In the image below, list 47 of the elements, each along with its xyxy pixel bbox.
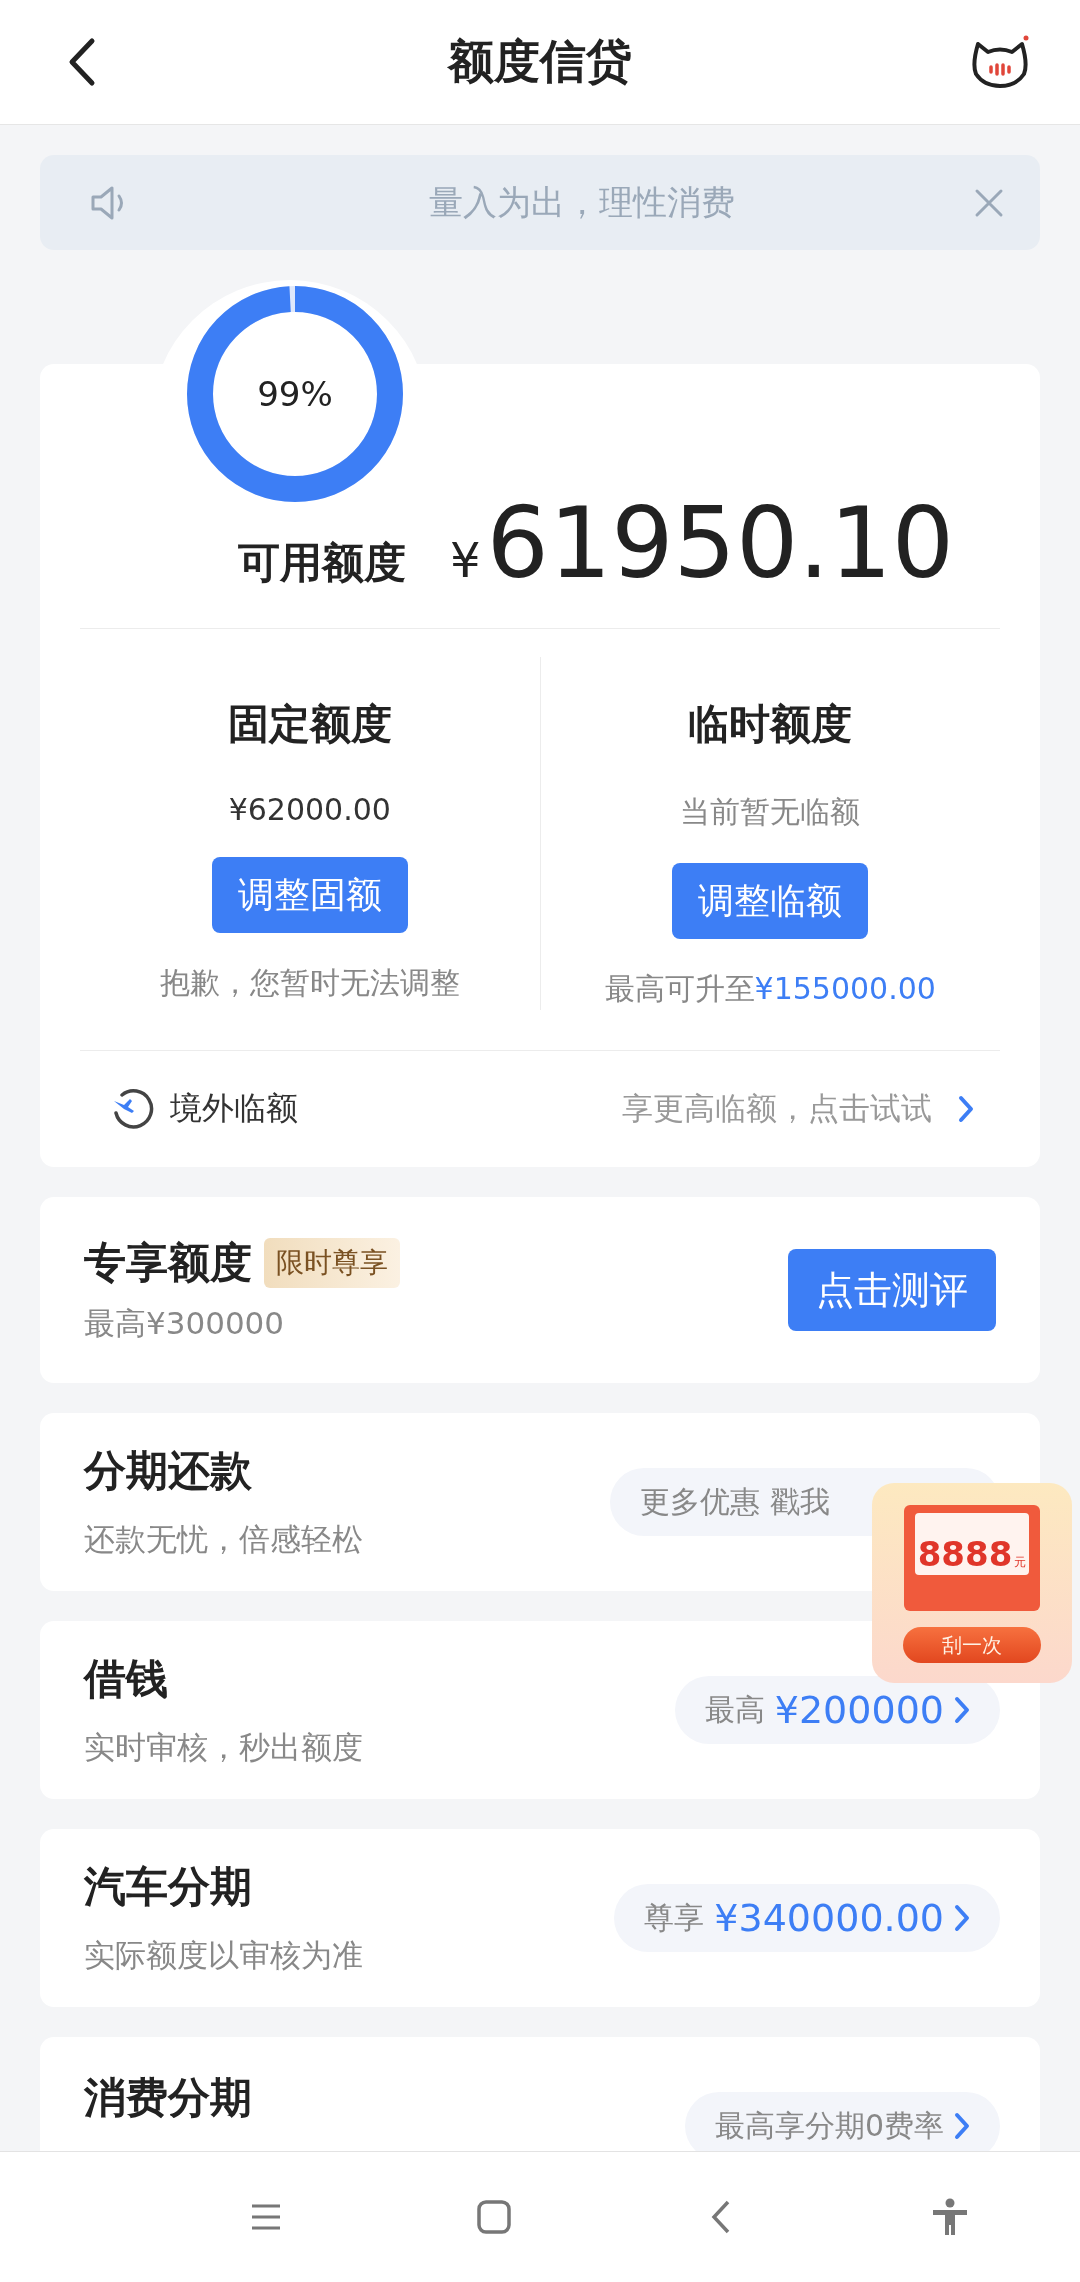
adjust-button[interactable]: 调整临额 xyxy=(672,863,869,939)
exclusive-title: 专享额度 xyxy=(84,1237,252,1289)
product-title: 消费分期 xyxy=(84,2072,252,2124)
ring-percent: 99% xyxy=(257,374,333,414)
scratch-button[interactable]: 刮一次 xyxy=(903,1627,1041,1663)
product-title: 分期还款 xyxy=(84,1445,253,1497)
limit-title: 临时额度 xyxy=(688,699,853,750)
cat-icon[interactable] xyxy=(970,34,1030,90)
product-subtitle: 还款无忧，倍感轻松 xyxy=(84,1520,363,1559)
pill-amount: ¥200000 xyxy=(774,1688,944,1732)
overseas-hint[interactable]: 享更高临额，点击试试 xyxy=(622,1088,932,1130)
chevron-icon[interactable] xyxy=(958,1095,974,1123)
exclusive-max: 最高¥300000 xyxy=(84,1304,286,1343)
product-title: 借钱 xyxy=(84,1653,169,1705)
offer-pill[interactable]: 最高享分期0费率 xyxy=(684,2092,1000,2151)
limited-tag: 限时尊享 xyxy=(264,1238,400,1288)
promo-unit: 元 xyxy=(1014,1554,1027,1571)
pill-text: 最高 xyxy=(704,1690,765,1729)
limit-title: 固定额度 xyxy=(227,699,392,750)
home-icon[interactable] xyxy=(474,2197,514,2237)
pill-amount: ¥340000.00 xyxy=(714,1896,944,1940)
limit-value: 当前暂无临额 xyxy=(680,793,861,831)
available-amount: 61950.10 xyxy=(486,494,955,592)
product-title: 汽车分期 xyxy=(84,1861,253,1913)
page-title: 额度信贷 xyxy=(448,33,632,90)
offer-pill[interactable]: 最高 ¥200000 xyxy=(674,1676,1000,1744)
product-subtitle: 实际额度以审核为准 xyxy=(84,1936,363,1975)
limit-note: 最高可升至 xyxy=(604,970,755,1008)
overseas-label: 境外临额 xyxy=(170,1088,299,1129)
notice-text: 量入为出，理性消费 xyxy=(428,180,736,224)
available-label: 可用额度 xyxy=(238,537,406,589)
scratch-card-popup[interactable]: 8888 元 刮一次 xyxy=(872,1483,1072,1683)
max-limit-amount: ¥155000.00 xyxy=(754,971,936,1006)
offer-pill[interactable]: 尊享 ¥340000.00 xyxy=(614,1884,1000,1952)
promo-amount: 8888 xyxy=(917,1537,1013,1571)
currency-sign: ¥ xyxy=(450,532,481,588)
accessibility-icon[interactable] xyxy=(930,2197,970,2237)
product-subtitle: 实时审核，秒出额度 xyxy=(84,1728,363,1767)
product-card[interactable]: 汽车分期 实际额度以审核为准 尊享 ¥340000.00 xyxy=(40,1829,1040,2007)
pill-text: 最高享分期0费率 xyxy=(714,2106,944,2145)
pill-text: 更多优惠 戳我 xyxy=(640,1482,830,1521)
adjust-button[interactable]: 调整固额 xyxy=(211,857,408,933)
evaluate-button[interactable]: 点击测评 xyxy=(788,1249,996,1331)
limit-note: 抱歉，您暂时无法调整 xyxy=(159,964,460,1002)
limit-value: ¥62000.00 xyxy=(228,792,391,827)
pill-text: 尊享 xyxy=(644,1898,705,1937)
product-card[interactable]: 消费分期 最高享分期0费率 xyxy=(40,2037,1040,2151)
